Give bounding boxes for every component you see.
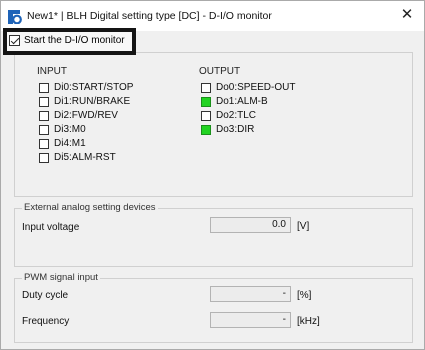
input-indicator-di2	[39, 110, 49, 121]
input-indicator-di0	[39, 82, 49, 93]
pwm-signal-group: PWM signal input Duty cycle - [%] Freque…	[14, 272, 413, 343]
output-label-do0: Do0:SPEED-OUT	[216, 82, 296, 93]
input-voltage-unit: [V]	[297, 221, 310, 232]
frequency-label: Frequency	[22, 316, 70, 327]
input-row-di4: Di4:M1	[39, 138, 86, 149]
title-bar: New1* | BLH Digital setting type [DC] - …	[1, 1, 424, 31]
output-row-do3: Do3:DIR	[201, 124, 254, 135]
input-label-di5: Di5:ALM-RST	[54, 152, 116, 163]
external-analog-group-title: External analog setting devices	[22, 202, 158, 213]
output-indicator-do3	[201, 124, 211, 135]
input-label-di4: Di4:M1	[54, 138, 86, 149]
direct-io-group: Direct I/O INPUT OUTPUT Di0:START/STOP D…	[14, 46, 413, 197]
output-label-do1: Do1:ALM-B	[216, 96, 268, 107]
input-row-di5: Di5:ALM-RST	[39, 152, 116, 163]
start-monitor-checkbox[interactable]: Start the D-I/O monitor	[9, 35, 125, 46]
output-row-do0: Do0:SPEED-OUT	[201, 82, 295, 93]
input-label-di1: Di1:RUN/BRAKE	[54, 96, 131, 107]
frequency-value: -	[210, 312, 291, 328]
external-analog-group: External analog setting devices Input vo…	[14, 202, 413, 267]
output-column-title: OUTPUT	[199, 66, 241, 77]
input-column-title: INPUT	[37, 66, 67, 77]
input-row-di3: Di3:M0	[39, 124, 86, 135]
output-row-do2: Do2:TLC	[201, 110, 256, 121]
input-label-di2: Di2:FWD/REV	[54, 110, 118, 121]
output-row-do1: Do1:ALM-B	[201, 96, 268, 107]
input-label-di0: Di0:START/STOP	[54, 82, 134, 93]
duty-cycle-value: -	[210, 286, 291, 302]
close-icon[interactable]: ✕	[394, 4, 420, 26]
input-voltage-label: Input voltage	[22, 222, 80, 233]
input-voltage-value: 0.0	[210, 217, 291, 233]
input-indicator-di4	[39, 138, 49, 149]
output-indicator-do2	[201, 110, 211, 121]
duty-cycle-label: Duty cycle	[22, 290, 69, 301]
input-row-di1: Di1:RUN/BRAKE	[39, 96, 130, 107]
input-label-di3: Di3:M0	[54, 124, 86, 135]
blh-app-icon	[8, 10, 22, 25]
input-indicator-di3	[39, 124, 49, 135]
window-title: New1* | BLH Digital setting type [DC] - …	[27, 10, 272, 22]
duty-cycle-unit: [%]	[297, 290, 312, 301]
output-indicator-do0	[201, 82, 211, 93]
checkbox-checked-icon[interactable]	[9, 35, 20, 46]
input-indicator-di5	[39, 152, 49, 163]
pwm-signal-group-title: PWM signal input	[22, 272, 100, 283]
output-label-do3: Do3:DIR	[216, 124, 255, 135]
output-indicator-do1	[201, 96, 211, 107]
input-row-di0: Di0:START/STOP	[39, 82, 133, 93]
dio-monitor-window: New1* | BLH Digital setting type [DC] - …	[0, 0, 425, 350]
input-indicator-di1	[39, 96, 49, 107]
frequency-unit: [kHz]	[297, 316, 320, 327]
output-label-do2: Do2:TLC	[216, 110, 257, 121]
start-monitor-label: Start the D-I/O monitor	[24, 35, 125, 46]
input-row-di2: Di2:FWD/REV	[39, 110, 118, 121]
